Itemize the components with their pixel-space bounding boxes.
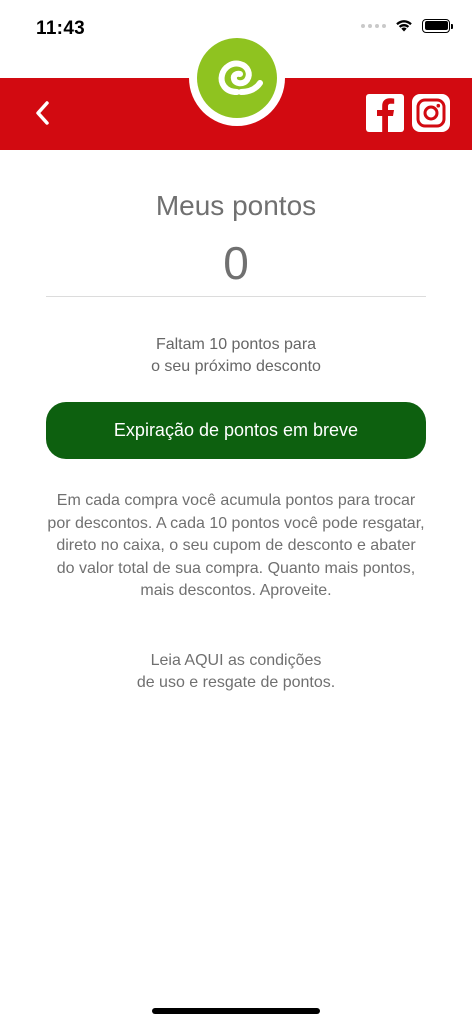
- facebook-icon[interactable]: [366, 94, 404, 132]
- conditions-line-1: Leia AQUI as condições: [150, 652, 322, 669]
- instagram-icon[interactable]: [412, 94, 450, 132]
- conditions-line-2: de uso e resgate de pontos.: [136, 674, 336, 691]
- brand-logo: [189, 30, 285, 126]
- remaining-line-1: Faltam 10 pontos para: [155, 336, 317, 353]
- status-time: 11:43: [36, 18, 86, 39]
- back-button[interactable]: [22, 90, 62, 136]
- conditions-link[interactable]: Leia AQUI as condições de uso e resgate …: [0, 650, 472, 694]
- signal-icon: [361, 23, 386, 28]
- logo-mark-icon: [218, 60, 263, 95]
- home-indicator[interactable]: [152, 1008, 320, 1014]
- points-expiration-button[interactable]: Expiração de pontos em breve: [46, 402, 426, 459]
- status-icons: [361, 18, 453, 33]
- logo-circle: [197, 38, 277, 118]
- divider: [46, 296, 426, 297]
- info-text: Em cada compra você acumula pontos para …: [47, 492, 425, 599]
- remaining-points-text: Faltam 10 pontos para o seu próximo desc…: [0, 334, 472, 378]
- page-title: Meus pontos: [155, 190, 317, 221]
- battery-icon: [422, 18, 453, 33]
- chevron-left-icon: [36, 101, 49, 125]
- wifi-icon: [396, 20, 412, 32]
- remaining-line-2: o seu próximo desconto: [151, 358, 321, 375]
- social-links: [366, 94, 450, 132]
- points-value: 0: [223, 237, 249, 289]
